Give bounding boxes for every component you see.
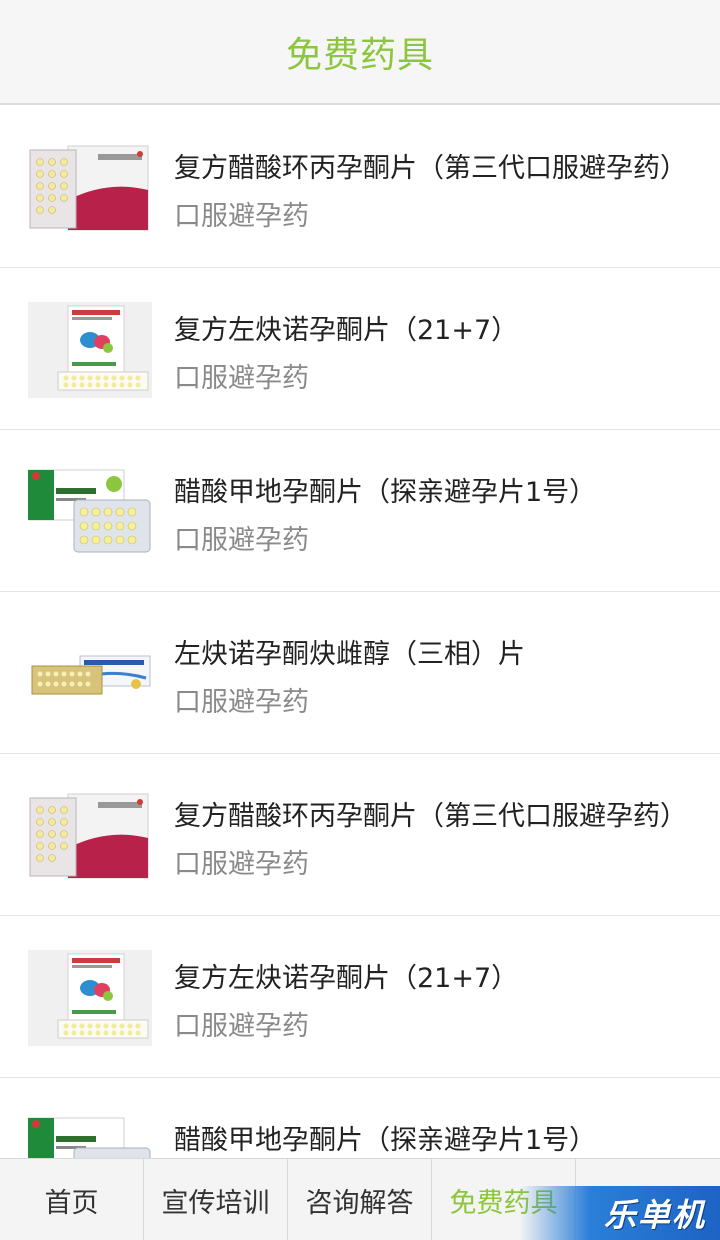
pill-box-green-image	[28, 464, 152, 560]
item-category: 口服避孕药	[174, 849, 309, 880]
item-name: 复方醋酸环丙孕酮片（第三代口服避孕药）	[174, 801, 687, 832]
item-name: 左炔诺孕酮炔雌醇（三相）片	[174, 639, 525, 670]
list-item[interactable]: 复方醋酸环丙孕酮片（第三代口服避孕药） 口服避孕药	[0, 106, 720, 268]
item-category: 口服避孕药	[174, 201, 309, 232]
pill-box-gold-image	[28, 626, 152, 722]
tab-consult[interactable]: 咨询解答	[288, 1159, 432, 1240]
item-category: 口服避孕药	[174, 1011, 309, 1042]
tab-home[interactable]: 首页	[0, 1159, 144, 1240]
watermark-text: 乐单机	[603, 1196, 706, 1234]
item-name: 复方左炔诺孕酮片（21+7）	[174, 963, 519, 994]
item-name: 复方醋酸环丙孕酮片（第三代口服避孕药）	[174, 153, 687, 184]
pill-box-red-image	[28, 788, 152, 884]
tab-training[interactable]: 宣传培训	[144, 1159, 288, 1240]
list-item[interactable]: 复方左炔诺孕酮片（21+7） 口服避孕药	[0, 268, 720, 430]
list-item[interactable]: 复方醋酸环丙孕酮片（第三代口服避孕药） 口服避孕药	[0, 754, 720, 916]
pill-box-white-image	[28, 302, 152, 398]
item-name: 复方左炔诺孕酮片（21+7）	[174, 315, 519, 346]
watermark-logo: 乐单机	[520, 1186, 720, 1240]
page-title: 免费药具	[285, 34, 434, 76]
item-name: 醋酸甲地孕酮片（探亲避孕片1号）	[174, 1125, 597, 1156]
item-category: 口服避孕药	[174, 687, 309, 718]
product-list: 复方醋酸环丙孕酮片（第三代口服避孕药） 口服避孕药 复方左炔诺孕酮片（21+7）…	[0, 106, 720, 1240]
list-item[interactable]: 醋酸甲地孕酮片（探亲避孕片1号） 口服避孕药	[0, 430, 720, 592]
list-item[interactable]: 左炔诺孕酮炔雌醇（三相）片 口服避孕药	[0, 592, 720, 754]
pill-box-red-image	[28, 140, 152, 236]
item-name: 醋酸甲地孕酮片（探亲避孕片1号）	[174, 477, 597, 508]
pill-box-white-image	[28, 950, 152, 1046]
item-category: 口服避孕药	[174, 363, 309, 394]
header-bar: 免费药具	[0, 0, 720, 105]
list-item[interactable]: 复方左炔诺孕酮片（21+7） 口服避孕药	[0, 916, 720, 1078]
item-category: 口服避孕药	[174, 525, 309, 556]
